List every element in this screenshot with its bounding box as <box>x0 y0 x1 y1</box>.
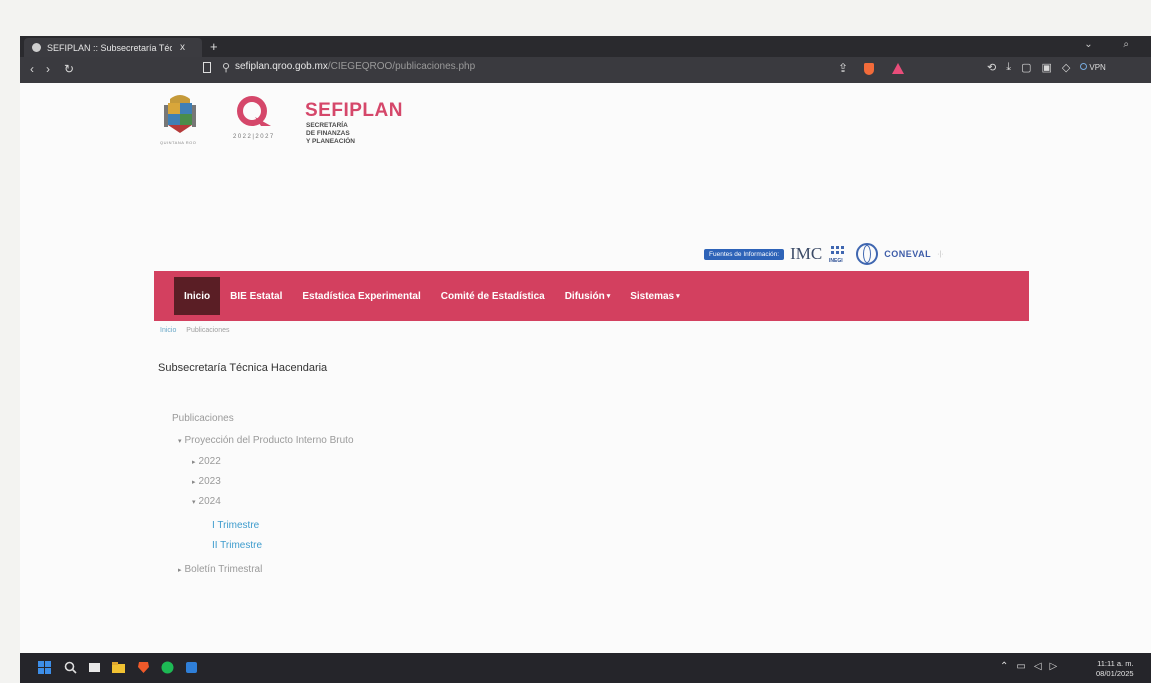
nav-sistemas-dropdown[interactable]: Sistemas <box>620 277 689 315</box>
inegi-logo[interactable]: INEGI <box>828 244 850 264</box>
windows-start-icon[interactable] <box>38 661 51 674</box>
site-info-icon[interactable]: ⚲ <box>222 61 230 74</box>
toolbar-right-icons: ⟲ ⤓ ▢ ▣ ◇ VPN <box>987 61 1106 74</box>
monitor-screen: SEFIPLAN :: Subsecretaría Técn x + ⌄ ⌕ ‹… <box>20 36 1151 683</box>
state-coat-of-arms-logo <box>164 95 196 133</box>
brand-subtitle-line: Y PLANEACIÓN <box>306 138 355 145</box>
reload-icon[interactable]: ↻ <box>64 62 74 76</box>
leo-icon[interactable]: ◇ <box>1062 61 1070 74</box>
file-explorer-icon[interactable] <box>112 661 125 674</box>
section-title: Subsecretaría Técnica Hacendaria <box>158 362 328 374</box>
chevron-up-icon[interactable]: ⌃ <box>1000 661 1008 672</box>
brand-subtitle: SECRETARÍA DE FINANZAS Y PLANEACIÓN <box>306 122 396 146</box>
coat-of-arms-caption: QUINTANA ROO <box>160 140 197 145</box>
window-controls[interactable]: ⌄ ⌕ <box>1084 39 1143 50</box>
app-icon[interactable] <box>185 661 198 674</box>
breadcrumb: Inicio Publicaciones <box>160 327 230 334</box>
share-icon[interactable]: ⇪ <box>838 61 848 75</box>
sidebar-icon[interactable]: ▢ <box>1021 61 1031 74</box>
government-period: 2022|2027 <box>233 134 275 140</box>
inegi-text: INEGI <box>829 258 843 264</box>
tree-toggle-icon[interactable]: ▸ <box>192 479 196 486</box>
url-path: /CIEGEQROO/publicaciones.php <box>327 61 476 72</box>
tree-label: 2022 <box>198 456 221 467</box>
tree-label: 2023 <box>198 476 221 487</box>
windows-taskbar: ⌃ ▭ ◁ ▷ 11:11 a. m. 08/01/2025 <box>20 653 1151 683</box>
tree-toggle-icon[interactable]: ▸ <box>178 567 182 574</box>
back-icon[interactable]: ‹ <box>30 62 34 76</box>
browser-toolbar: ‹ › ↻ ⚲ sefiplan.qroo.gob.mx/CIEGEQROO/p… <box>20 57 1151 83</box>
tree-label: 2024 <box>198 496 221 507</box>
nav-difusion-dropdown[interactable]: Difusión <box>555 277 621 315</box>
battery-icon[interactable]: ▷ <box>1050 661 1058 672</box>
tree-root-label: Publicaciones <box>172 413 234 424</box>
tree-link-trimestre-1[interactable]: I Trimestre <box>212 520 259 531</box>
browser-tab-bar: SEFIPLAN :: Subsecretaría Técn x + ⌄ ⌕ <box>20 36 1151 57</box>
coneval-logo[interactable]: CONEVAL <box>884 249 931 259</box>
bookmark-icon[interactable] <box>203 62 211 73</box>
breadcrumb-current: Publicaciones <box>186 327 230 334</box>
new-tab-button[interactable]: + <box>210 39 218 54</box>
spotify-icon[interactable] <box>161 661 174 674</box>
tree-label: Publicaciones <box>172 413 234 424</box>
volume-icon[interactable]: ◁ <box>1034 661 1042 672</box>
brand-subtitle-line: DE FINANZAS <box>306 130 350 137</box>
nav-inicio[interactable]: Inicio <box>174 277 221 315</box>
search-icon[interactable] <box>64 661 77 674</box>
world-bank-globe-logo[interactable] <box>856 243 879 265</box>
site-favicon-icon <box>32 43 41 52</box>
taskbar-clock[interactable]: 11:11 a. m. 08/01/2025 <box>1096 659 1134 679</box>
imco-logo[interactable]: IMC <box>790 244 822 264</box>
nav-bie-estatal[interactable]: BIE Estatal <box>220 277 292 315</box>
vpn-button[interactable]: VPN <box>1080 63 1105 72</box>
quintana-roo-q-logo <box>237 96 271 126</box>
tree-label: Boletín Trimestral <box>184 564 263 575</box>
brand-name: SEFIPLAN <box>305 100 403 121</box>
forward-icon[interactable]: › <box>46 62 50 76</box>
main-navbar: Inicio BIE Estatal Estadística Experimen… <box>154 271 1029 321</box>
nav-estadistica-experimental[interactable]: Estadística Experimental <box>292 277 430 315</box>
extensions-icon[interactable]: ⟲ <box>987 61 996 74</box>
tree-toggle-icon[interactable]: ▾ <box>192 499 196 506</box>
tree-node-pib[interactable]: ▾ Proyección del Producto Interno Bruto <box>178 435 354 446</box>
tree-link-trimestre-2[interactable]: II Trimestre <box>212 540 262 551</box>
wallet-icon[interactable]: ▣ <box>1042 61 1052 74</box>
tree-node-boletin[interactable]: ▸ Boletín Trimestral <box>178 564 262 575</box>
web-page: QUINTANA ROO 2022|2027 SEFIPLAN SECRETAR… <box>20 83 1151 653</box>
tab-title: SEFIPLAN :: Subsecretaría Técn <box>47 42 172 53</box>
task-view-icon[interactable] <box>88 661 101 674</box>
brave-browser-icon[interactable] <box>137 661 150 674</box>
tree-label: Proyección del Producto Interno Bruto <box>184 435 354 446</box>
sources-label: Fuentes de Información: <box>704 248 785 260</box>
tree-node-2022[interactable]: ▸ 2022 <box>192 456 221 467</box>
tree-toggle-icon[interactable]: ▸ <box>192 459 196 466</box>
system-tray: ⌃ ▭ ◁ ▷ <box>1000 661 1057 672</box>
address-bar[interactable]: sefiplan.qroo.gob.mx/CIEGEQROO/publicaci… <box>235 61 475 72</box>
tree-node-2024[interactable]: ▾ 2024 <box>192 496 221 507</box>
url-host: sefiplan.qroo.gob.mx <box>235 61 328 72</box>
tree-node-2023[interactable]: ▸ 2023 <box>192 476 221 487</box>
brave-rewards-icon[interactable] <box>892 63 904 74</box>
breadcrumb-home-link[interactable]: Inicio <box>160 327 176 334</box>
clock-time: 11:11 a. m. <box>1097 659 1134 668</box>
download-icon[interactable]: ⤓ <box>1006 61 1011 74</box>
nav-comite-estadistica[interactable]: Comité de Estadística <box>431 277 555 315</box>
brave-shield-icon[interactable] <box>864 63 874 75</box>
tree-toggle-icon[interactable]: ▾ <box>178 438 182 445</box>
browser-tab[interactable]: SEFIPLAN :: Subsecretaría Técn x <box>24 38 202 57</box>
brand-subtitle-line: SECRETARÍA <box>306 122 348 129</box>
clock-date: 08/01/2025 <box>1096 669 1134 678</box>
more-sources-icon[interactable]: ·|· <box>937 251 943 258</box>
tab-close-icon[interactable]: x <box>180 42 185 53</box>
information-sources: Fuentes de Información: IMC INEGI CONEVA… <box>704 243 944 265</box>
network-icon[interactable]: ▭ <box>1016 661 1025 672</box>
